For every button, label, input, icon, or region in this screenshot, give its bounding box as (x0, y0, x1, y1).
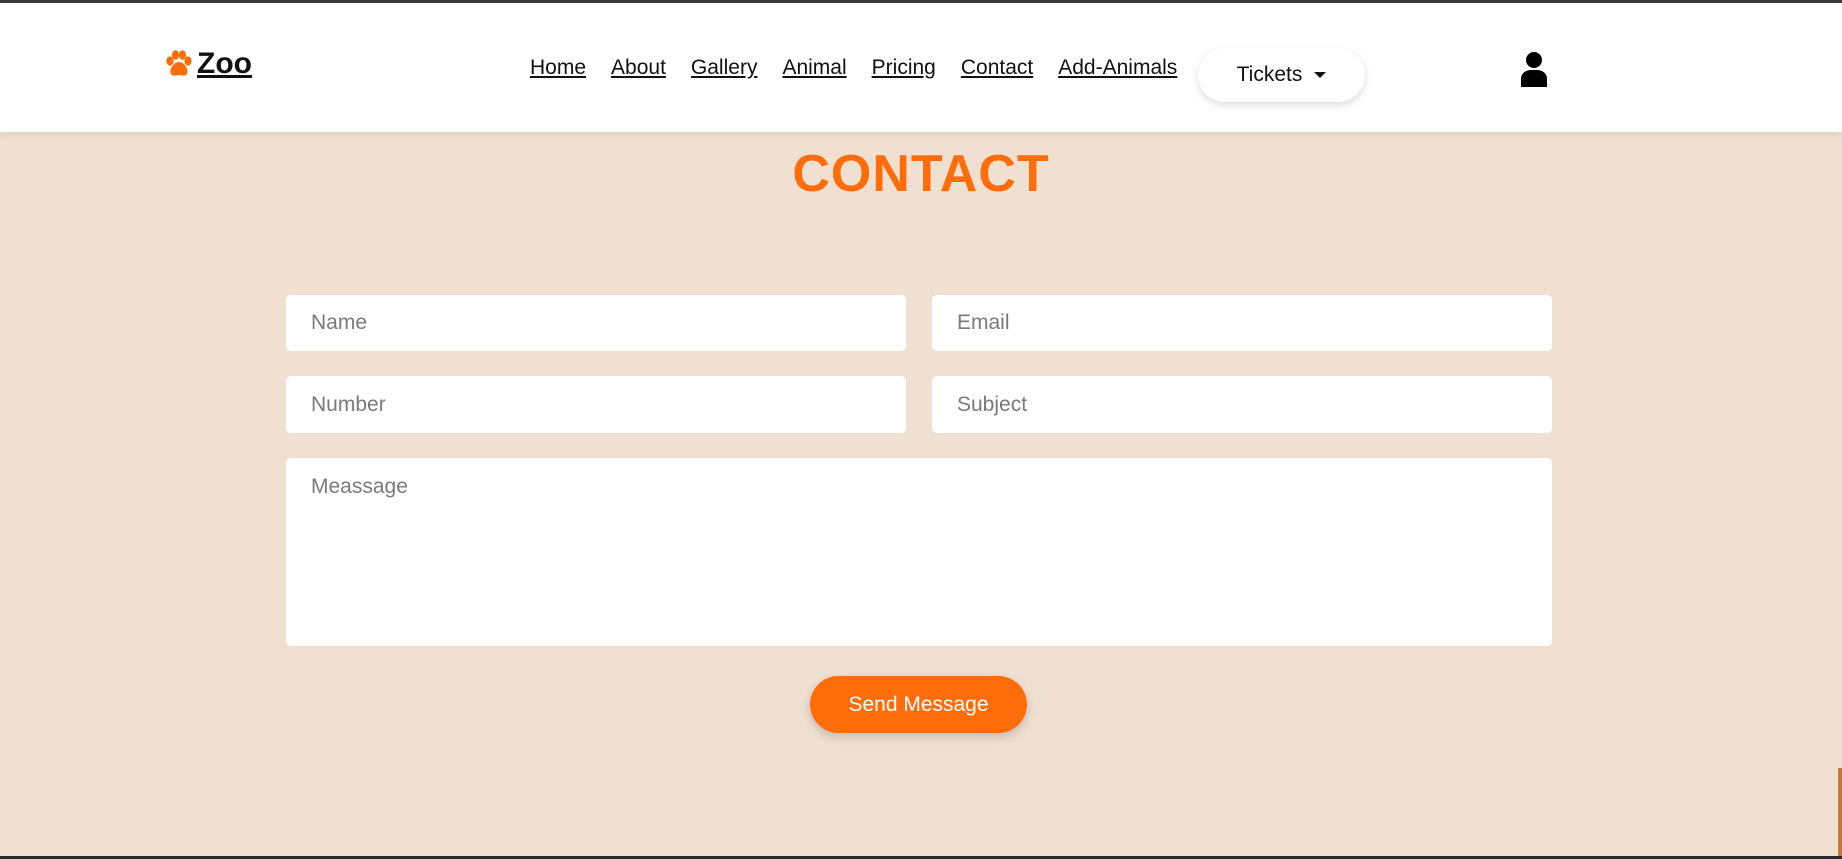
navbar: Zoo Home About Gallery Animal Pricing Co… (0, 3, 1842, 132)
page-title: CONTACT (792, 145, 1050, 203)
nav-link-add-animals[interactable]: Add-Animals (1058, 56, 1177, 80)
paw-icon (166, 50, 192, 76)
tickets-dropdown[interactable]: Tickets (1198, 48, 1365, 102)
nav-link-contact[interactable]: Contact (961, 56, 1033, 80)
tickets-label: Tickets (1236, 63, 1303, 86)
nav-link-home[interactable]: Home (530, 56, 586, 80)
nav-link-pricing[interactable]: Pricing (872, 56, 936, 80)
user-icon[interactable] (1519, 51, 1549, 87)
name-input[interactable] (286, 295, 906, 351)
nav-link-animal[interactable]: Animal (782, 56, 846, 80)
brand-logo-link[interactable]: Zoo (163, 47, 252, 81)
nav-link-gallery[interactable]: Gallery (691, 56, 758, 80)
nav-link-about[interactable]: About (611, 56, 666, 80)
scrollbar-thumb[interactable] (1838, 768, 1842, 859)
number-input[interactable] (286, 376, 906, 433)
subject-input[interactable] (932, 376, 1552, 433)
message-textarea[interactable] (286, 458, 1552, 646)
send-message-button[interactable]: Send Message (810, 676, 1027, 733)
main-nav: Home About Gallery Animal Pricing Contac… (530, 56, 1202, 80)
caret-down-icon (1314, 72, 1327, 78)
brand-name: Zoo (197, 47, 252, 80)
email-input[interactable] (932, 295, 1552, 351)
